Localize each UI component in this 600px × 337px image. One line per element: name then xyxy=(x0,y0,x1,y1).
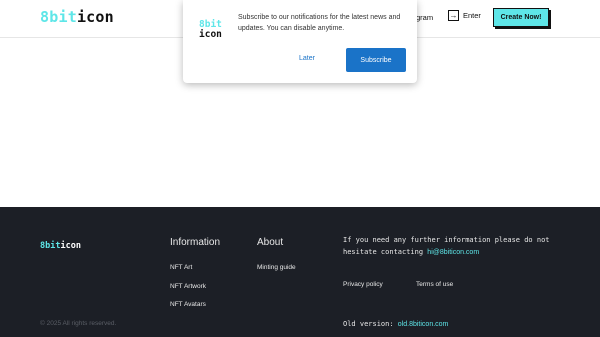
old-version-line: Old version: old.8biticon.com xyxy=(343,318,448,331)
enter-button[interactable]: → Enter xyxy=(448,10,481,21)
information-heading: Information xyxy=(170,237,221,248)
create-now-button[interactable]: Create Now! xyxy=(493,8,549,27)
site-logo[interactable]: 8biticon xyxy=(40,8,114,26)
about-heading: About xyxy=(257,237,284,248)
popup-message: Subscribe to our notifications for the l… xyxy=(238,14,401,32)
terms-of-use-link[interactable]: Terms of use xyxy=(416,281,453,288)
nav-instagram-link[interactable]: gram xyxy=(416,13,433,22)
footer-logo[interactable]: 8biticon xyxy=(40,241,81,251)
logo-part-8bit: 8bit xyxy=(40,8,77,26)
footer-logo-part-8bit: 8bit xyxy=(40,241,61,251)
contact-email-link[interactable]: hi@8biticon.com xyxy=(427,249,479,256)
contact-text: If you need any further information plea… xyxy=(343,234,563,259)
old-version-label: Old version: xyxy=(343,320,394,328)
later-button[interactable]: Later xyxy=(299,55,315,62)
footer-link-nft-art[interactable]: NFT Art xyxy=(170,264,192,271)
copyright-text: © 2025 All rights reserved. xyxy=(40,320,117,327)
site-footer: 8biticon Information NFT Art NFT Artwork… xyxy=(0,207,600,337)
subscribe-button[interactable]: Subscribe xyxy=(346,48,406,72)
footer-link-minting-guide[interactable]: Minting guide xyxy=(257,264,296,271)
old-version-link[interactable]: old.8biticon.com xyxy=(398,321,449,328)
privacy-policy-link[interactable]: Privacy policy xyxy=(343,281,383,288)
login-arrow-icon: → xyxy=(448,10,459,21)
notification-popup: 8bit icon Subscribe to our notifications… xyxy=(183,0,417,83)
footer-link-nft-avatars[interactable]: NFT Avatars xyxy=(170,301,206,308)
popup-logo-part-icon: icon xyxy=(199,29,222,40)
enter-label: Enter xyxy=(463,11,481,20)
logo-part-icon: icon xyxy=(76,8,114,26)
footer-link-nft-artwork[interactable]: NFT Artwork xyxy=(170,283,206,290)
popup-logo: 8bit icon xyxy=(199,20,222,40)
footer-logo-part-icon: icon xyxy=(60,241,81,251)
